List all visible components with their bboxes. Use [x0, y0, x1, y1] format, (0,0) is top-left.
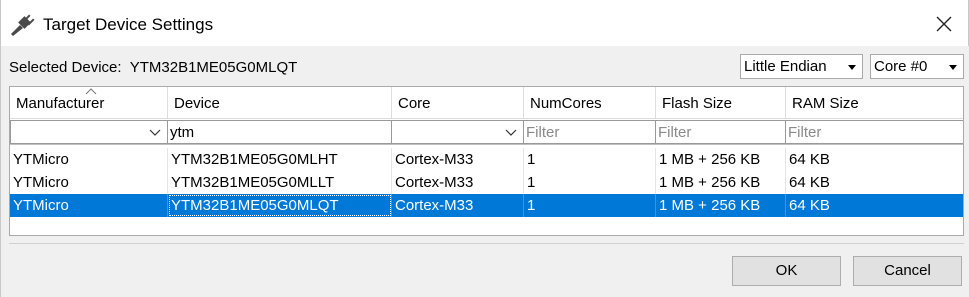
- plug-connector-icon: [11, 14, 35, 36]
- filter-row: ytm Filter Filter Filter: [10, 119, 963, 145]
- manufacturer-filter-select[interactable]: [10, 120, 168, 144]
- column-header-ram-size[interactable]: RAM Size: [786, 87, 963, 118]
- table-header: Manufacturer Device Core NumCores Flash …: [10, 87, 963, 119]
- cell-numcores: 1: [524, 171, 656, 194]
- cell-core: Cortex-M33: [392, 148, 524, 171]
- selected-device-label: Selected Device:: [9, 59, 122, 76]
- core-select[interactable]: Core #0: [870, 54, 964, 79]
- column-header-core[interactable]: Core: [392, 87, 524, 118]
- close-icon[interactable]: [934, 14, 954, 34]
- cell-ram-size: 64 KB: [789, 174, 830, 191]
- cell-device: YTM32B1ME05G0MLHT: [168, 148, 392, 171]
- sort-ascending-icon: [85, 88, 97, 95]
- cell-device: YTM32B1ME05G0MLQT: [168, 194, 392, 217]
- title-bar: Target Device Settings: [0, 0, 969, 46]
- cell-numcores: 1: [524, 194, 656, 217]
- cell-flash-size: 1 MB + 256 KB: [656, 148, 786, 171]
- divider: [9, 243, 964, 244]
- cell-flash-size: 1 MB + 256 KB: [656, 171, 786, 194]
- column-header-flash-size[interactable]: Flash Size: [656, 87, 786, 118]
- device-table[interactable]: Manufacturer Device Core NumCores Flash …: [9, 86, 964, 236]
- device-filter-input[interactable]: ytm: [168, 120, 392, 144]
- cancel-button[interactable]: Cancel: [853, 256, 962, 286]
- chevron-down-icon: [149, 129, 161, 136]
- cell-core: Cortex-M33: [392, 171, 524, 194]
- cell-manufacturer: YTMicro: [10, 171, 168, 194]
- chevron-down-icon: [848, 65, 856, 70]
- column-header-device[interactable]: Device: [168, 87, 392, 118]
- endian-select-value: Little Endian: [744, 58, 827, 75]
- table-row-selected[interactable]: YTMicro YTM32B1ME05G0MLQT Cortex-M33 1 1…: [10, 194, 963, 217]
- cell-flash-size: 1 MB + 256 KB: [656, 194, 786, 217]
- numcores-filter-input[interactable]: Filter: [524, 120, 656, 144]
- selected-device-text: Selected Device: YTM32B1ME05G0MLQT: [9, 59, 297, 76]
- core-filter-select[interactable]: [392, 120, 524, 144]
- column-header-manufacturer[interactable]: Manufacturer: [10, 87, 168, 118]
- cell-ram-size: 64 KB: [789, 197, 830, 214]
- flash-size-filter-input[interactable]: Filter: [656, 120, 786, 144]
- endian-select[interactable]: Little Endian: [740, 54, 863, 79]
- dialog-title: Target Device Settings: [43, 15, 214, 34]
- core-select-value: Core #0: [874, 58, 928, 75]
- cell-numcores: 1: [524, 148, 656, 171]
- ram-size-filter-input[interactable]: Filter: [786, 120, 963, 144]
- cell-device: YTM32B1ME05G0MLLT: [168, 171, 392, 194]
- column-header-numcores[interactable]: NumCores: [524, 87, 656, 118]
- cell-core: Cortex-M33: [392, 194, 524, 217]
- cell-manufacturer: YTMicro: [10, 148, 168, 171]
- chevron-down-icon: [505, 129, 517, 136]
- cell-ram-size: 64 KB: [789, 151, 830, 168]
- table-row[interactable]: YTMicro YTM32B1ME05G0MLHT Cortex-M33 1 1…: [10, 148, 963, 171]
- ok-button[interactable]: OK: [732, 256, 841, 286]
- cell-manufacturer: YTMicro: [10, 194, 168, 217]
- table-row[interactable]: YTMicro YTM32B1ME05G0MLLT Cortex-M33 1 1…: [10, 171, 963, 194]
- chevron-down-icon: [949, 65, 957, 70]
- selected-device-value: YTM32B1ME05G0MLQT: [129, 59, 298, 76]
- window-left-border: [0, 46, 1, 297]
